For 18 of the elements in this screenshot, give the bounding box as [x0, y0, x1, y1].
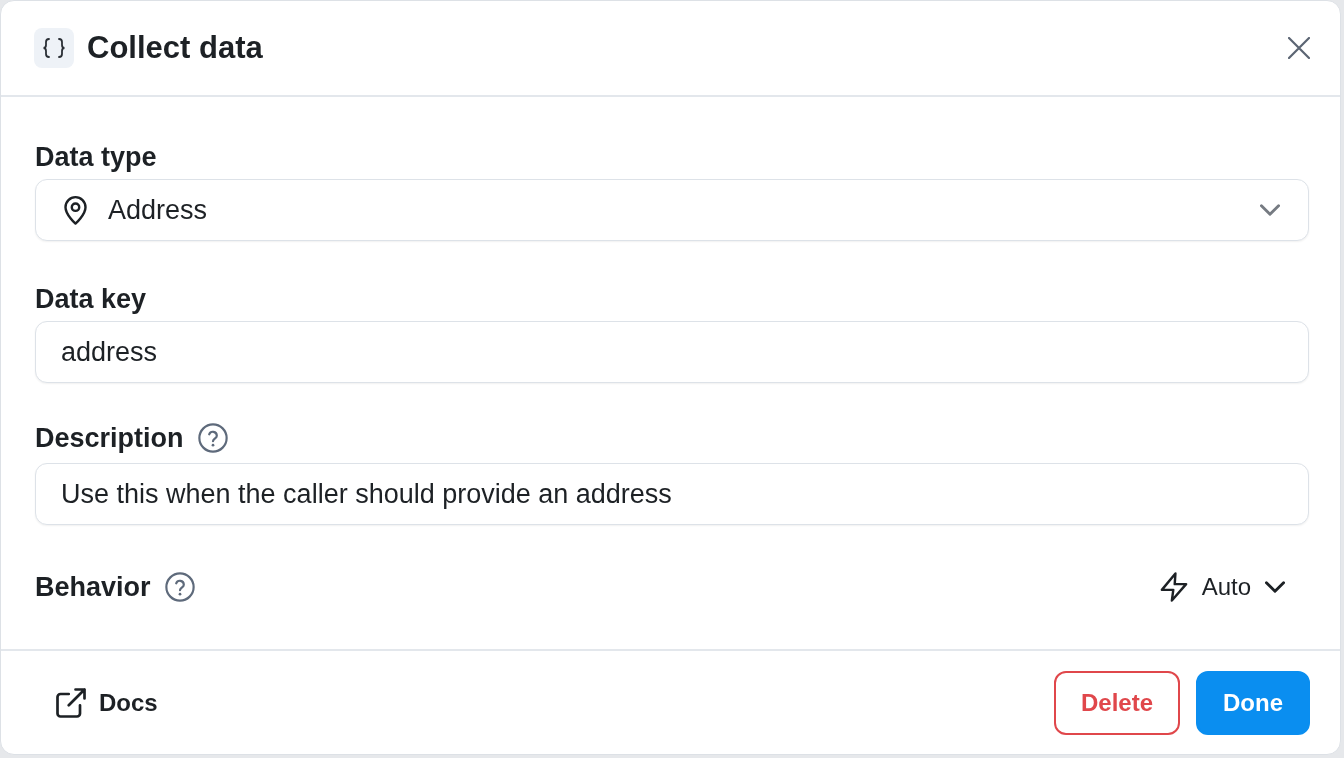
field-label: Description: [35, 422, 184, 454]
chevron-down-icon: [1265, 581, 1285, 593]
lightning-icon: [1159, 572, 1188, 602]
docs-link[interactable]: Docs: [36, 674, 178, 731]
chevron-down-icon: [1260, 204, 1280, 216]
close-icon: [1288, 37, 1310, 59]
braces-icon: [34, 28, 74, 68]
dropdown-button[interactable]: Auto: [1159, 569, 1285, 605]
field-label: Behavior: [35, 571, 151, 603]
text-field[interactable]: address: [35, 321, 1309, 383]
external-link-icon: [56, 687, 86, 718]
field-label: Data key: [35, 283, 147, 315]
select-field[interactable]: Address: [35, 179, 1309, 241]
dialog-title: Collect data: [87, 29, 263, 67]
text-field[interactable]: Use this when the caller should provide an address: [35, 463, 1309, 525]
delete-button[interactable]: Delete: [1053, 670, 1180, 735]
map-pin-icon: [63, 195, 88, 225]
field-label: Data type: [35, 141, 157, 173]
